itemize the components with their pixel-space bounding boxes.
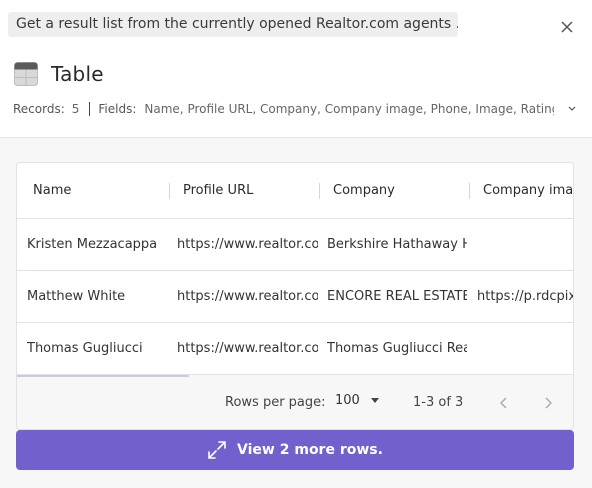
column-resize-handle[interactable] [319,183,320,199]
cell-name: Kristen Mezzacappa [27,237,158,252]
prompt-summary: Get a result list from the currently ope… [8,12,458,37]
rows-per-page-select[interactable]: 100 [335,393,380,408]
records-label: Records: [13,102,65,116]
cell-name: Matthew White [27,289,126,304]
cell-company: Thomas Gugliucci Real [327,341,467,356]
close-button[interactable] [556,16,578,38]
column-header-name[interactable]: Name [33,163,173,219]
title-row: Table [14,62,104,86]
table-header-row: Name Profile URL Company Company ima... [17,163,573,219]
page-range: 1-3 of 3 [413,395,464,410]
records-count: 5 [71,102,80,116]
cell-company-image: https://p.rdcpix. [477,289,574,304]
chevron-right-icon [545,397,552,409]
column-resize-handle[interactable] [169,183,170,199]
table-row[interactable]: Thomas Gugliucci https://www.realtor.com… [17,323,573,375]
column-header-company[interactable]: Company [333,163,473,219]
chevron-down-icon [568,106,576,111]
column-header-company-image[interactable]: Company ima... [483,163,573,219]
cell-profile-url: https://www.realtor.com [177,289,318,304]
cell-profile-url: https://www.realtor.com [177,341,318,356]
rows-per-page-label: Rows per page: [225,395,326,410]
meta-divider [89,102,91,116]
table-row[interactable]: Matthew White https://www.realtor.com EN… [17,271,574,323]
cell-profile-url: https://www.realtor.com [177,237,318,252]
cell-company: Berkshire Hathaway Ho [327,237,467,252]
view-more-rows-label: View 2 more rows. [237,442,383,458]
meta-row: Records: 5 Fields: Name, Profile URL, Co… [13,100,579,118]
data-table: Name Profile URL Company Company ima... … [16,162,574,430]
expand-icon [208,441,226,459]
chevron-left-icon [500,397,507,409]
cell-company: ENCORE REAL ESTATE [327,289,467,304]
column-resize-handle[interactable] [469,183,470,199]
cell-company-image [477,219,573,271]
previous-page-button[interactable] [493,392,515,414]
cell-name: Thomas Gugliucci [27,341,143,356]
table-pagination: Rows per page: 100 1-3 of 3 [17,377,573,429]
cell-company-image [477,323,573,375]
next-page-button[interactable] [537,392,559,414]
column-header-profile-url[interactable]: Profile URL [183,163,323,219]
caret-down-icon [370,397,379,403]
fields-label: Fields: [98,102,137,116]
close-icon [561,21,573,33]
page-title: Table [51,62,104,86]
table-icon [14,62,38,86]
table-grid: Name Profile URL Company Company ima... … [17,163,574,375]
rows-per-page-value: 100 [335,393,360,408]
table-row[interactable]: Kristen Mezzacappa https://www.realtor.c… [17,219,573,271]
expand-fields-button[interactable] [565,102,579,116]
view-more-rows-button[interactable]: View 2 more rows. [16,430,574,470]
fields-list: Name, Profile URL, Company, Company imag… [144,102,555,116]
